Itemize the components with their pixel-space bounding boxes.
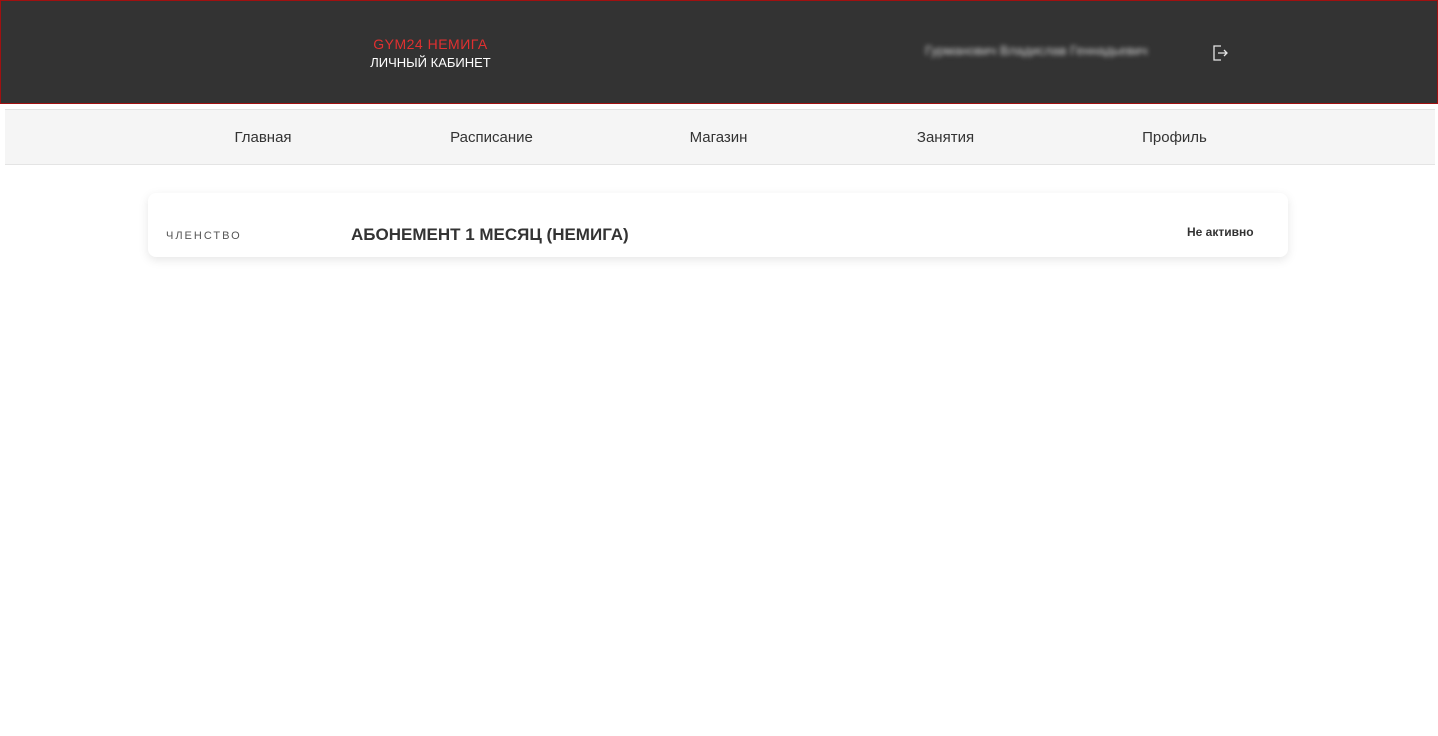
nav-item-shop[interactable]: Магазин [610, 113, 827, 162]
user-name[interactable]: Гурманович Владислав Геннадьевич [925, 41, 1195, 61]
nav-item-label: Магазин [689, 129, 748, 146]
nav-item-classes[interactable]: Занятия [838, 113, 1053, 162]
brand-subtitle: ЛИЧНЫЙ КАБИНЕТ [370, 55, 491, 70]
nav-item-home[interactable]: Главная [158, 113, 368, 162]
nav-item-label: Расписание [450, 129, 533, 146]
membership-card[interactable]: ЧЛЕНСТВО АБОНЕМЕНТ 1 МЕСЯЦ (НЕМИГА) Не а… [148, 193, 1288, 257]
user-area: Гурманович Владислав Геннадьевич [912, 28, 1250, 71]
membership-kind-label: ЧЛЕНСТВО [166, 230, 242, 242]
nav-item-label: Профиль [1142, 129, 1207, 146]
nav-item-schedule[interactable]: Расписание [384, 113, 599, 162]
nav-item-label: Занятия [916, 129, 975, 146]
status-badge: Не активно [1187, 225, 1254, 239]
nav-bar: Главная Расписание Магазин Занятия Профи… [5, 109, 1435, 165]
main-content: ЧЛЕНСТВО АБОНЕМЕНТ 1 МЕСЯЦ (НЕМИГА) Не а… [4, 180, 1434, 728]
top-header: GYM24 НЕМИГА ЛИЧНЫЙ КАБИНЕТ Гурманович В… [0, 0, 1438, 104]
logout-icon [1213, 45, 1228, 61]
logout-button[interactable] [1205, 41, 1235, 65]
nav-item-profile[interactable]: Профиль [1067, 113, 1282, 162]
nav-item-label: Главная [234, 129, 292, 146]
membership-title: АБОНЕМЕНТ 1 МЕСЯЦ (НЕМИГА) [351, 225, 629, 244]
brand-logo[interactable]: GYM24 НЕМИГА ЛИЧНЫЙ КАБИНЕТ [343, 33, 518, 81]
brand-name: GYM24 НЕМИГА [373, 36, 488, 52]
main-nav: Главная Расписание Магазин Занятия Профи… [0, 104, 1438, 168]
